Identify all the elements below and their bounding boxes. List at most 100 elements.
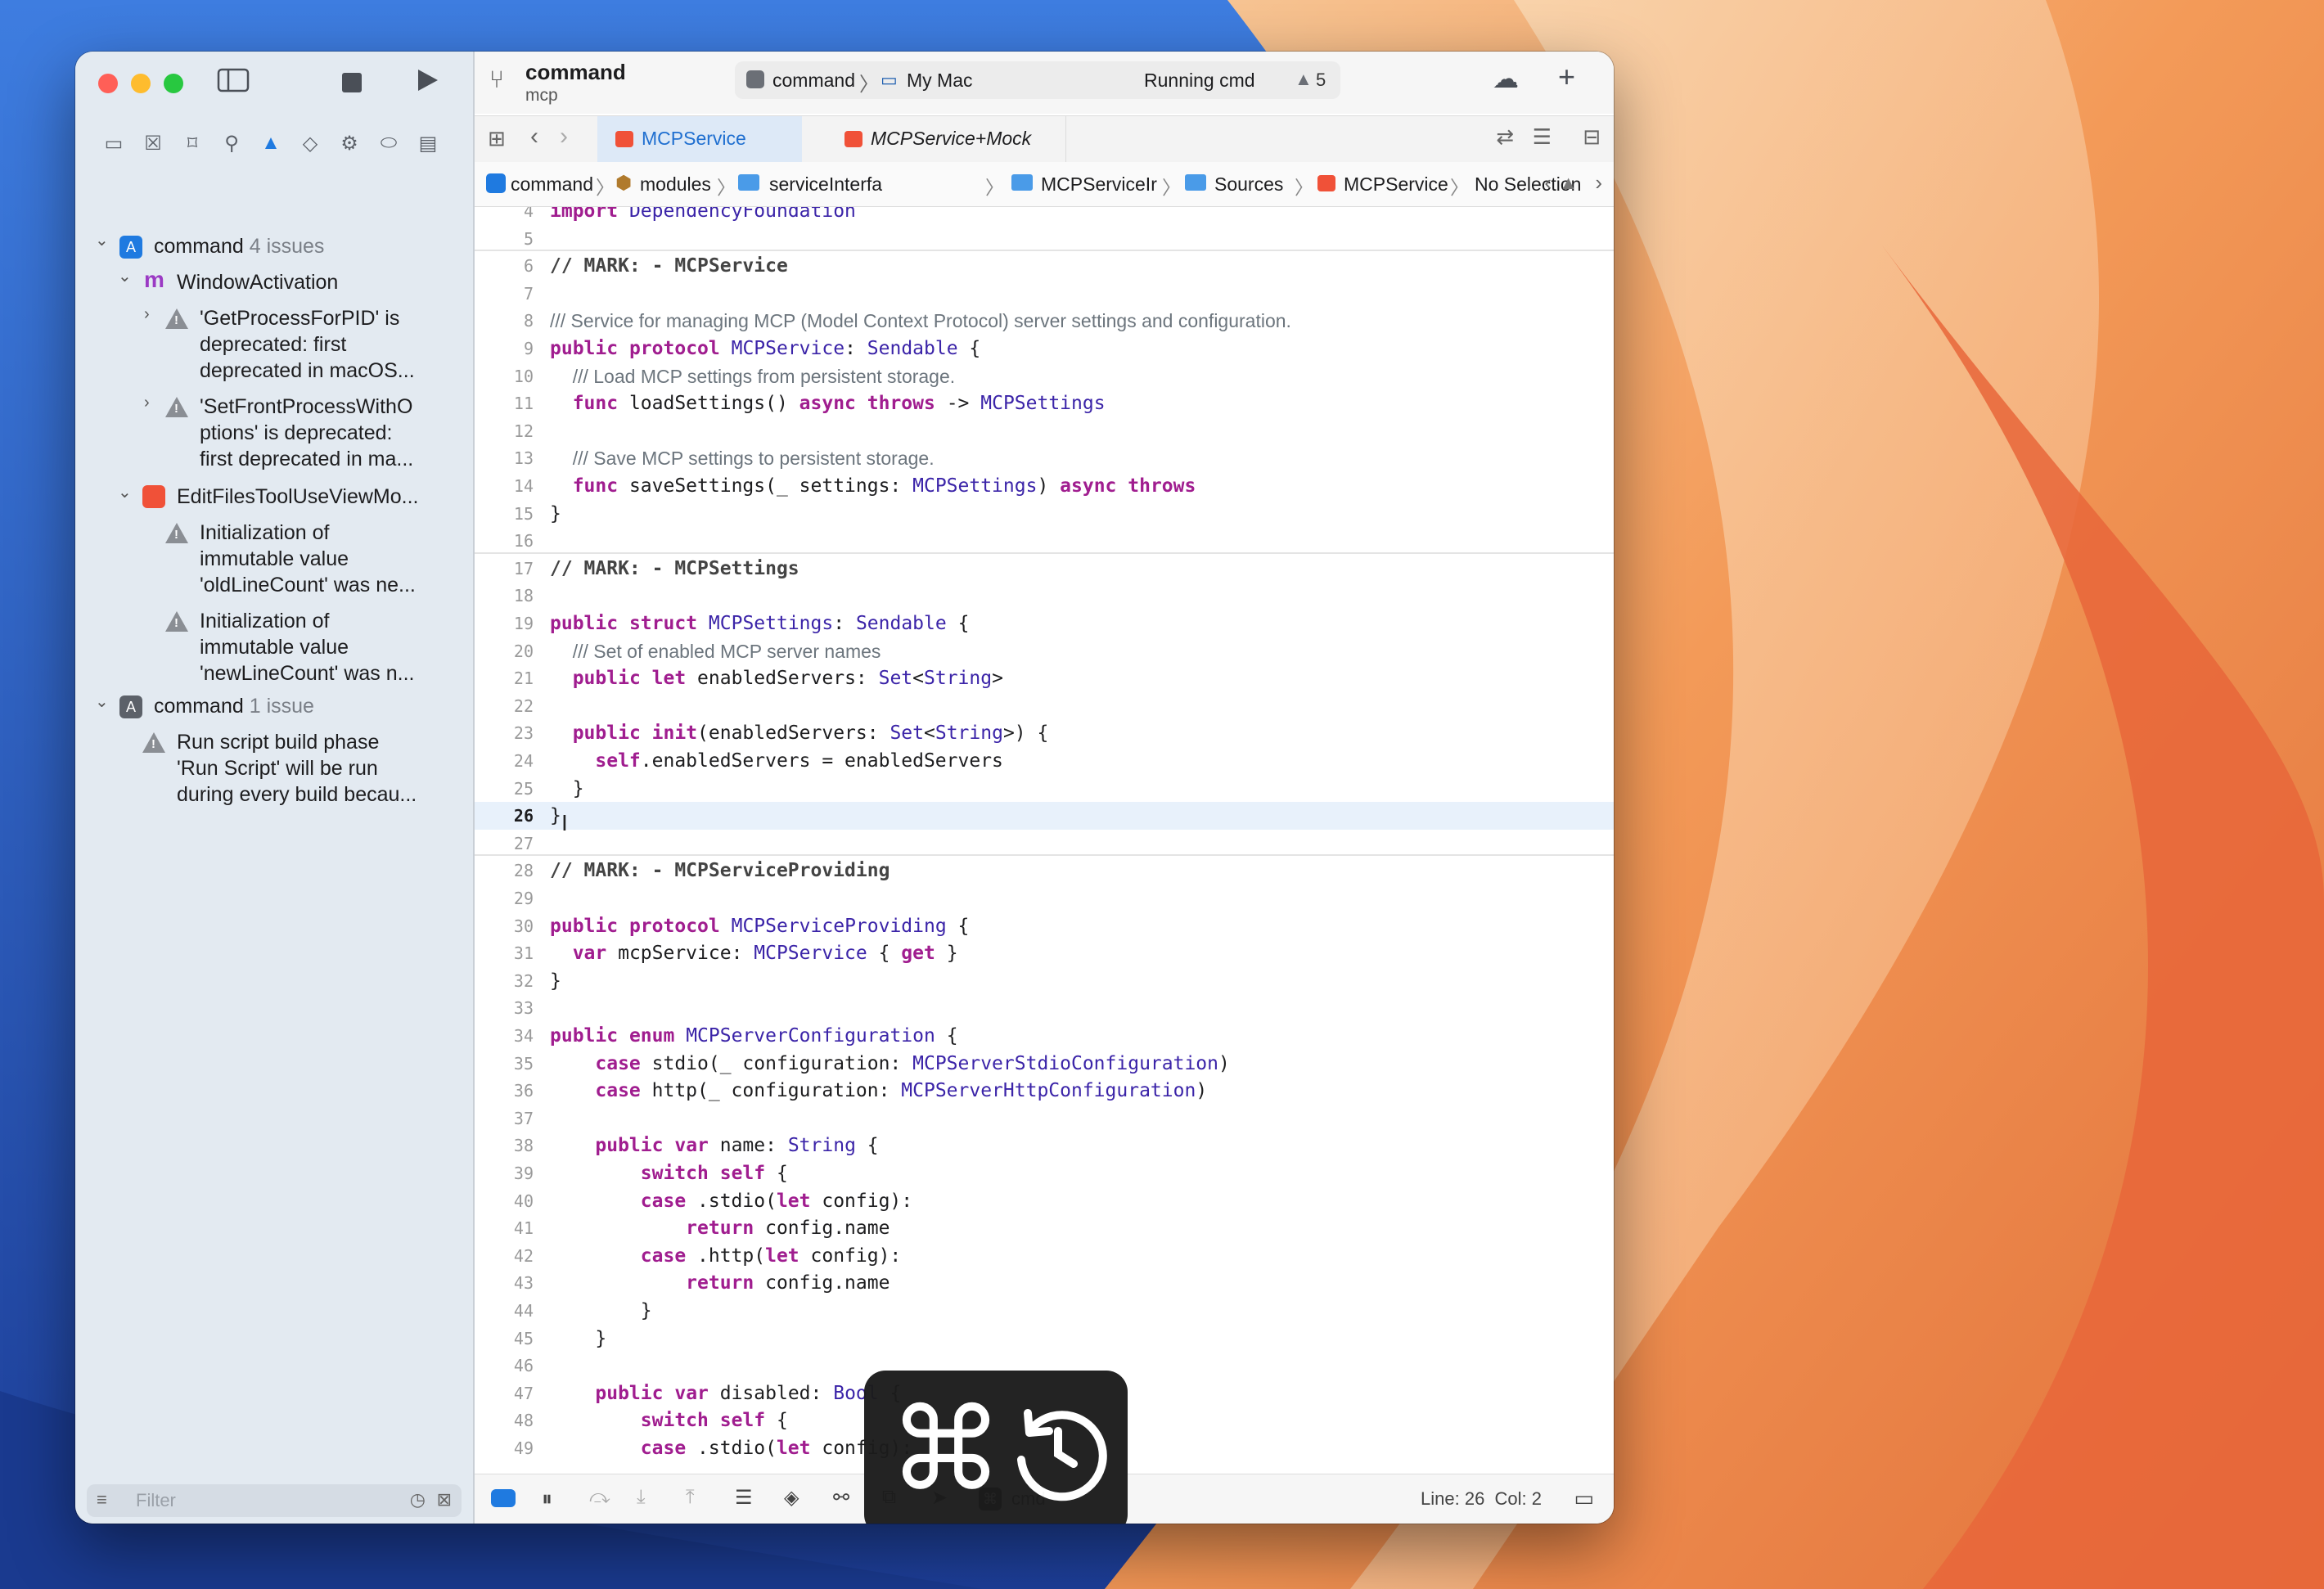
code-line[interactable]: 24 self.enabledServers = enabledServers (475, 747, 1614, 775)
issue-item[interactable]: 'SetFrontProcessWithO ptions' is deprecat… (200, 394, 413, 472)
search-icon[interactable]: ⚲ (218, 129, 245, 157)
code-line[interactable]: 4 import DependencyFoundation (475, 207, 1614, 225)
tab-mcpservice[interactable]: MCPService (597, 116, 802, 162)
issue-navigator-icon[interactable]: ▲ (257, 129, 285, 157)
code-line[interactable]: 37 (475, 1105, 1614, 1132)
code-line[interactable]: 41 return config.name (475, 1214, 1614, 1242)
debug-icon[interactable]: ⚙ (336, 129, 363, 157)
code-line[interactable]: 15} (475, 500, 1614, 528)
tab-mcpservice-mock[interactable]: MCPService+Mock (804, 116, 1066, 162)
report-icon[interactable]: ▤ (414, 129, 442, 157)
destination-selector[interactable]: My Mac (907, 70, 973, 92)
code-line[interactable]: 42 case .http(let config): (475, 1242, 1614, 1270)
previous-issue-icon[interactable]: ‹ (1544, 170, 1552, 196)
bookmark-icon[interactable]: ⌑ (178, 129, 206, 157)
jumpbar-item[interactable]: MCPServiceIr (1041, 173, 1157, 196)
code-line[interactable]: 45 } (475, 1325, 1614, 1353)
grid-icon[interactable]: ⊞ (488, 126, 506, 151)
code-line[interactable]: 43 return config.name (475, 1269, 1614, 1297)
code-line[interactable]: 6 // MARK: - MCPService (475, 252, 1614, 280)
code-line[interactable]: 7 (475, 280, 1614, 308)
code-line[interactable]: 36 case http(_ configuration: MCPServerH… (475, 1077, 1614, 1105)
jumpbar-item[interactable]: MCPService (1344, 173, 1448, 196)
minimize-button[interactable] (131, 74, 151, 93)
code-line[interactable]: 11 func loadSettings() async throws -> M… (475, 389, 1614, 417)
issue-item[interactable]: Initialization of immutable value'oldLine… (200, 520, 416, 598)
code-line[interactable]: 40 case .stdio(let config): (475, 1187, 1614, 1215)
chevron-down-icon[interactable]: ⌄ (95, 691, 109, 712)
code-line[interactable]: 25 } (475, 775, 1614, 803)
code-line[interactable]: 29 (475, 885, 1614, 912)
chevron-right-icon[interactable]: › (144, 394, 150, 412)
warning-icon[interactable]: ▲ (1295, 69, 1313, 90)
split-editor-icon[interactable]: ⊟ (1583, 124, 1601, 150)
code-line[interactable]: 20 /// Set of enabled MCP server names (475, 637, 1614, 665)
code-line[interactable]: 35 case stdio(_ configuration: MCPServer… (475, 1050, 1614, 1078)
code-line[interactable]: 5 (475, 225, 1614, 253)
chevron-down-icon[interactable]: ⌄ (118, 482, 132, 502)
add-icon[interactable]: + (1558, 60, 1575, 94)
code-line[interactable]: 26} (475, 802, 1614, 831)
code-line[interactable]: 39 switch self { (475, 1159, 1614, 1187)
code-line[interactable]: 14 func saveSettings(_ settings: MCPSett… (475, 472, 1614, 500)
warning-icon[interactable]: ▲ (1559, 172, 1578, 194)
code-line[interactable]: 18 (475, 582, 1614, 610)
step-out-icon[interactable]: ⤒ (686, 1486, 695, 1509)
jumpbar-item[interactable]: command (511, 173, 593, 196)
code-line[interactable]: 16 (475, 527, 1614, 555)
breakpoint-icon[interactable]: ⬭ (375, 129, 403, 157)
code-line[interactable]: 34 public enum MCPServerConfiguration { (475, 1022, 1614, 1050)
code-line[interactable]: 8 /// Service for managing MCP (Model Con… (475, 307, 1614, 335)
chevron-down-icon[interactable]: ⌄ (118, 266, 132, 286)
view-hierarchy-icon[interactable]: ☰ (735, 1486, 753, 1510)
code-line[interactable]: 38 public var name: String { (475, 1132, 1614, 1159)
jumpbar-item[interactable]: modules (640, 173, 711, 196)
test-icon[interactable]: ◇ (296, 129, 324, 157)
stop-button[interactable] (337, 70, 367, 102)
code-line[interactable]: 22 (475, 692, 1614, 720)
code-line[interactable]: 21 public let enabledServers: Set<String… (475, 664, 1614, 692)
code-line[interactable]: 32} (475, 967, 1614, 995)
related-items-icon[interactable]: ⇄ (1496, 124, 1514, 150)
jumpbar-item[interactable]: serviceInterfa (769, 173, 882, 196)
module-window-activation[interactable]: WindowActivation (177, 269, 338, 295)
code-line[interactable]: 30 public protocol MCPServiceProviding { (475, 912, 1614, 940)
step-over-icon[interactable]: ⤼ (589, 1486, 610, 1509)
code-line[interactable]: 13 /// Save MCP settings to persistent s… (475, 444, 1614, 472)
environment-icon[interactable]: ⚯ (833, 1486, 849, 1510)
close-button[interactable] (98, 74, 118, 93)
pause-icon[interactable]: ⏸ (542, 1486, 552, 1512)
code-line[interactable]: 44 } (475, 1297, 1614, 1325)
code-line[interactable]: 19 public struct MCPSettings: Sendable { (475, 610, 1614, 637)
code-line[interactable]: 33 (475, 994, 1614, 1022)
run-button[interactable] (412, 68, 442, 101)
issue-group-2[interactable]: command 1 issue (154, 693, 314, 719)
filter-field[interactable]: ≡ Filter ◷ ⊠ (87, 1484, 462, 1517)
issue-item[interactable]: Run script build phase 'Run Script' will … (177, 729, 417, 808)
chevron-right-icon[interactable]: › (144, 305, 150, 324)
issue-group-1[interactable]: command 4 issues (154, 233, 324, 259)
code-line[interactable]: 27 (475, 830, 1614, 858)
module-edit-files[interactable]: EditFilesToolUseViewMo... (177, 484, 418, 510)
code-line[interactable]: 17 // MARK: - MCPSettings (475, 555, 1614, 583)
scheme-selector[interactable]: command (772, 70, 855, 92)
editor-options-icon[interactable]: ☰ (1533, 124, 1552, 150)
cloud-status-icon[interactable]: ☁ (1493, 63, 1519, 94)
console-toggle-icon[interactable] (491, 1489, 516, 1507)
code-line[interactable]: 28 // MARK: - MCPServiceProviding (475, 857, 1614, 885)
source-editor[interactable]: 4 import DependencyFoundation 5 6 // MARK: -… (475, 207, 1614, 1474)
issue-item[interactable]: 'GetProcessForPID' is deprecated: first de… (200, 305, 415, 384)
next-issue-icon[interactable]: › (1595, 170, 1602, 196)
issue-filter-icon[interactable]: ⊠ (437, 1489, 452, 1510)
folder-icon[interactable]: ▭ (100, 129, 128, 157)
source-control-icon[interactable]: ☒ (139, 129, 167, 157)
code-line[interactable]: 9 public protocol MCPService: Sendable { (475, 335, 1614, 362)
filter-icon[interactable]: ≡ (97, 1489, 107, 1510)
sidebar-toggle-icon[interactable] (216, 68, 250, 101)
code-line[interactable]: 23 public init(enabledServers: Set<Strin… (475, 719, 1614, 747)
panel-toggle-icon[interactable]: ▭ (1574, 1486, 1594, 1511)
zoom-button[interactable] (164, 74, 183, 93)
step-in-icon[interactable]: ⤓ (637, 1486, 646, 1509)
chevron-down-icon[interactable]: ⌄ (95, 230, 109, 250)
issue-item[interactable]: Initialization of immutable value'newLine… (200, 608, 414, 686)
